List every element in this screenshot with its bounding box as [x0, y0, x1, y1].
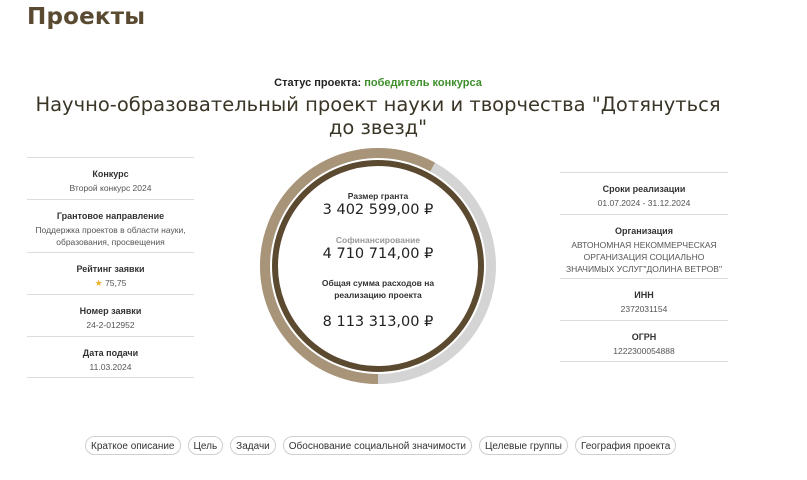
info-label: Дата подачи [82, 348, 139, 358]
project-title: Научно-образовательный проект науки и тв… [35, 93, 721, 139]
finance-ring: Размер гранта 3 402 599,00 ₽ Софинансиро… [258, 146, 498, 386]
info-value: 11.03.2024 [89, 362, 132, 372]
info-value: ★ 75,75 [27, 277, 194, 289]
grant-amount: 3 402 599,00 ₽ [322, 202, 434, 218]
total-label-block: Общая сумма расходов на реализацию проек… [298, 277, 458, 301]
info-label: Рейтинг заявки [76, 264, 145, 274]
info-label: ИНН [634, 290, 654, 300]
cofinancing-label: Софинансирование [335, 235, 421, 245]
info-label: Сроки реализации [602, 184, 686, 194]
info-value: АВТОНОМНАЯ НЕКОММЕРЧЕСКАЯ ОРГАНИЗАЦИЯ СО… [566, 240, 722, 274]
info-value: 01.07.2024 - 31.12.2024 [597, 198, 691, 208]
tab-goal[interactable]: Цель [187, 436, 224, 455]
info-label: Номер заявки [79, 306, 142, 316]
info-value: 2372031154 [620, 304, 668, 314]
info-submission-date: Дата подачи 11.03.2024 [27, 336, 194, 378]
cofinancing-block: Софинансирование 4 710 714,00 ₽ [258, 234, 498, 262]
tab-geography[interactable]: География проекта [575, 436, 677, 455]
project-info-left: Конкурс Второй конкурс 2024 Грантовое на… [27, 157, 194, 378]
info-rating: Рейтинг заявки ★ 75,75 [27, 252, 194, 294]
tab-tasks[interactable]: Задачи [230, 436, 276, 455]
info-value: Поддержка проектов в области науки, обра… [35, 225, 186, 247]
info-label: Конкурс [92, 169, 129, 179]
section-tabs: Краткое описание Цель Задачи Обоснование… [85, 436, 677, 455]
info-organization: Организация АВТОНОМНАЯ НЕКОММЕРЧЕСКАЯ ОР… [560, 214, 728, 278]
tab-target-groups[interactable]: Целевые группы [479, 436, 568, 455]
info-grant-direction: Грантовое направление Поддержка проектов… [27, 199, 194, 252]
finance-ring-chart [260, 148, 496, 384]
total-label: Общая сумма расходов на реализацию проек… [321, 278, 435, 300]
info-label: Грантовое направление [56, 211, 165, 221]
info-application-number: Номер заявки 24-2-012952 [27, 294, 194, 336]
tab-short-description[interactable]: Краткое описание [85, 436, 181, 455]
cofinancing-amount: 4 710 714,00 ₽ [322, 246, 434, 262]
info-implementation-period: Сроки реализации 01.07.2024 - 31.12.2024 [560, 172, 728, 214]
info-inn: ИНН 2372031154 [560, 278, 728, 320]
rating-value: 75,75 [105, 278, 127, 288]
info-value: 24-2-012952 [86, 320, 135, 330]
status-label: Статус проекта: [274, 77, 362, 89]
status-value: победитель конкурса [364, 77, 482, 89]
grant-block: Размер гранта 3 402 599,00 ₽ [258, 190, 498, 218]
info-label: Организация [615, 226, 673, 236]
info-label: ОГРН [631, 332, 657, 342]
star-icon: ★ [94, 278, 103, 288]
info-contest: Конкурс Второй конкурс 2024 [27, 157, 194, 199]
project-info-right: Сроки реализации 01.07.2024 - 31.12.2024… [560, 172, 728, 362]
project-status: Статус проекта: победитель конкурса [0, 77, 756, 89]
total-amount-block: 8 113 313,00 ₽ [258, 314, 498, 330]
total-amount: 8 113 313,00 ₽ [322, 314, 434, 330]
grant-label: Размер гранта [347, 191, 409, 201]
tab-social-significance[interactable]: Обоснование социальной значимости [282, 436, 473, 455]
info-ogrn: ОГРН 1222300054888 [560, 320, 728, 362]
info-value: Второй конкурс 2024 [69, 183, 152, 193]
page-title: Проекты [27, 4, 146, 30]
info-value: 1222300054888 [613, 346, 675, 356]
